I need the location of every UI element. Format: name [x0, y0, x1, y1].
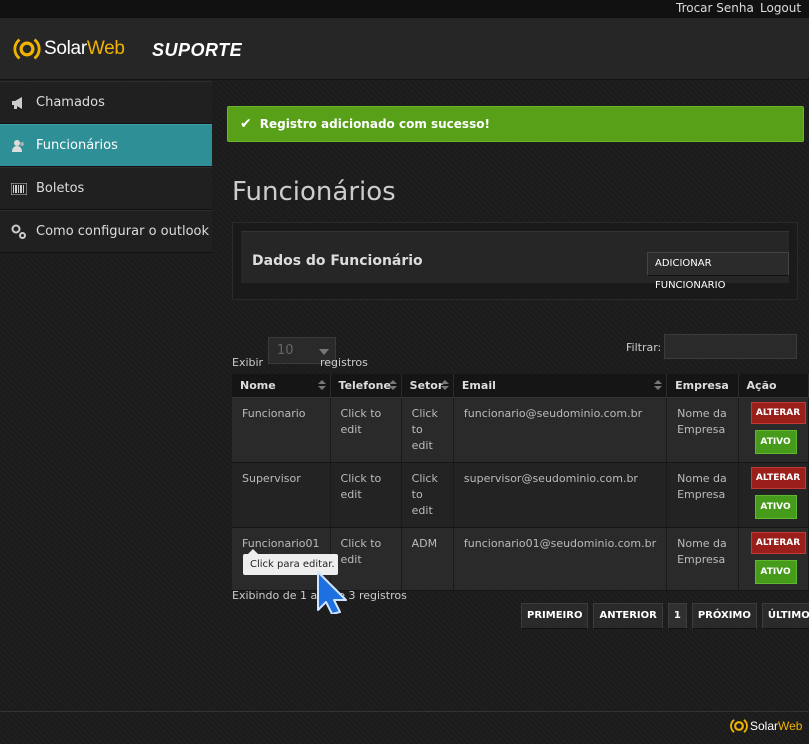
sidebar: Chamados Funcionários Boletos Como confi… — [0, 81, 212, 253]
col-header-label: Empresa — [675, 378, 729, 392]
add-employee-button[interactable]: ADICIONAR FUNCIONARIO — [647, 252, 789, 291]
sort-icon — [440, 380, 449, 391]
cell-acao: ALTERAR ATIVO — [738, 527, 809, 591]
sidebar-item-outlook[interactable]: Como configurar o outlook — [0, 210, 212, 253]
employee-panel: Dados do Funcionário ADICIONAR FUNCIONAR… — [232, 222, 798, 300]
check-icon: ✔ — [240, 116, 252, 132]
col-header-label: Setor — [409, 378, 444, 392]
cell-nome[interactable]: Funcionario — [232, 397, 331, 463]
cell-email[interactable]: funcionario@seudominio.com.br — [453, 397, 668, 463]
alterar-button[interactable]: ALTERAR — [750, 466, 806, 489]
page-size-value: 10 — [277, 343, 294, 358]
section-title: SUPORTE — [152, 40, 243, 60]
show-label: Exibir — [232, 356, 264, 369]
sidebar-item-chamados[interactable]: Chamados — [0, 81, 212, 124]
cell-acao: ALTERAR ATIVO — [738, 462, 809, 528]
footer-logo: SolarWeb — [729, 718, 802, 734]
sidebar-item-label: Chamados — [36, 95, 105, 110]
previous-page-button[interactable]: ANTERIOR — [593, 603, 663, 629]
footer-brand-web: Web — [778, 719, 803, 733]
ativo-button[interactable]: ATIVO — [754, 429, 797, 454]
cell-email[interactable]: funcionario01@seudominio.com.br — [453, 527, 668, 591]
users-icon — [10, 138, 28, 154]
megaphone-icon — [10, 95, 28, 111]
pagination: PRIMEIRO ANTERIOR 1 PRÓXIMO ÚLTIMO — [521, 603, 809, 629]
cell-empresa: Nome da Empresa — [666, 462, 739, 528]
panel-header: Dados do Funcionário ADICIONAR FUNCIONAR… — [241, 231, 789, 291]
table-row: Supervisor Click to edit Click to edit s… — [232, 462, 809, 528]
col-header-nome[interactable]: Nome — [232, 374, 331, 398]
ativo-button[interactable]: ATIVO — [754, 494, 797, 519]
current-page-button[interactable]: 1 — [667, 603, 687, 629]
pointer-cursor-icon — [317, 571, 347, 614]
records-label: registros — [320, 356, 368, 369]
page-title: Funcionários — [232, 177, 396, 207]
success-alert: ✔ Registro adicionado com sucesso! — [227, 106, 804, 142]
col-header-label: Telefone — [338, 378, 391, 392]
alterar-button[interactable]: ALTERAR — [750, 531, 806, 554]
footer-brand: SolarWeb — [750, 719, 802, 733]
cell-setor[interactable]: Click to edit — [401, 462, 454, 528]
table-row: Funcionario Click to edit Click to edit … — [232, 397, 809, 463]
solarweb-logo[interactable]: SolarWeb — [12, 36, 125, 62]
sort-icon — [388, 380, 397, 391]
brand-name: SolarWeb — [44, 38, 125, 60]
sun-logo-icon — [13, 38, 41, 60]
col-header-telefone[interactable]: Telefone — [330, 374, 402, 398]
sidebar-item-label: Boletos — [36, 181, 85, 196]
footer-brand-solar: Solar — [750, 719, 779, 733]
col-header-label: Nome — [240, 378, 276, 392]
col-header-label: Ação — [746, 378, 777, 392]
ativo-button[interactable]: ATIVO — [754, 559, 797, 584]
filter-label: Filtrar: — [626, 341, 662, 354]
col-header-email[interactable]: Email — [453, 374, 668, 398]
sidebar-item-label: Como configurar o outlook — [36, 224, 210, 239]
chevron-down-icon — [319, 349, 329, 355]
last-page-button[interactable]: ÚLTIMO — [761, 603, 809, 629]
cell-telefone[interactable]: Click to edit — [330, 462, 402, 528]
brand-name-web: Web — [86, 38, 125, 59]
cell-telefone[interactable]: Click to edit — [330, 397, 402, 463]
change-password-link[interactable]: Trocar Senha — [676, 1, 754, 15]
header: SolarWeb SUPORTE — [0, 18, 809, 80]
cell-setor[interactable]: ADM — [401, 527, 454, 591]
sort-icon — [317, 380, 326, 391]
sun-logo-icon — [730, 719, 748, 733]
top-bar: Trocar Senha Logout — [0, 0, 809, 18]
sidebar-item-funcionarios[interactable]: Funcionários — [0, 124, 212, 167]
cell-nome[interactable]: Supervisor — [232, 462, 331, 528]
col-header-label: Email — [461, 378, 496, 392]
panel-title: Dados do Funcionário — [252, 253, 423, 269]
cell-acao: ALTERAR ATIVO — [738, 397, 809, 463]
first-page-button[interactable]: PRIMEIRO — [521, 603, 589, 629]
col-header-setor[interactable]: Setor — [401, 374, 454, 398]
cell-setor[interactable]: Click to edit — [401, 397, 454, 463]
footer-divider — [0, 711, 809, 712]
table-header-row: Nome Telefone Setor Email Empresa Ação — [232, 374, 809, 398]
alert-message: Registro adicionado com sucesso! — [259, 117, 490, 131]
col-header-acao: Ação — [738, 374, 809, 398]
barcode-icon — [10, 181, 28, 197]
brand-name-solar: Solar — [44, 38, 87, 59]
next-page-button[interactable]: PRÓXIMO — [691, 603, 757, 629]
sort-icon — [654, 380, 663, 391]
cell-empresa: Nome da Empresa — [666, 397, 739, 463]
filter-input[interactable] — [664, 334, 797, 359]
logout-link[interactable]: Logout — [760, 1, 801, 15]
col-header-empresa: Empresa — [666, 374, 739, 398]
sidebar-item-label: Funcionários — [36, 138, 118, 153]
alterar-button[interactable]: ALTERAR — [750, 401, 806, 424]
cell-email[interactable]: supervisor@seudominio.com.br — [453, 462, 668, 528]
sidebar-item-boletos[interactable]: Boletos — [0, 167, 212, 210]
cell-empresa: Nome da Empresa — [666, 527, 739, 591]
gears-icon — [10, 224, 28, 240]
